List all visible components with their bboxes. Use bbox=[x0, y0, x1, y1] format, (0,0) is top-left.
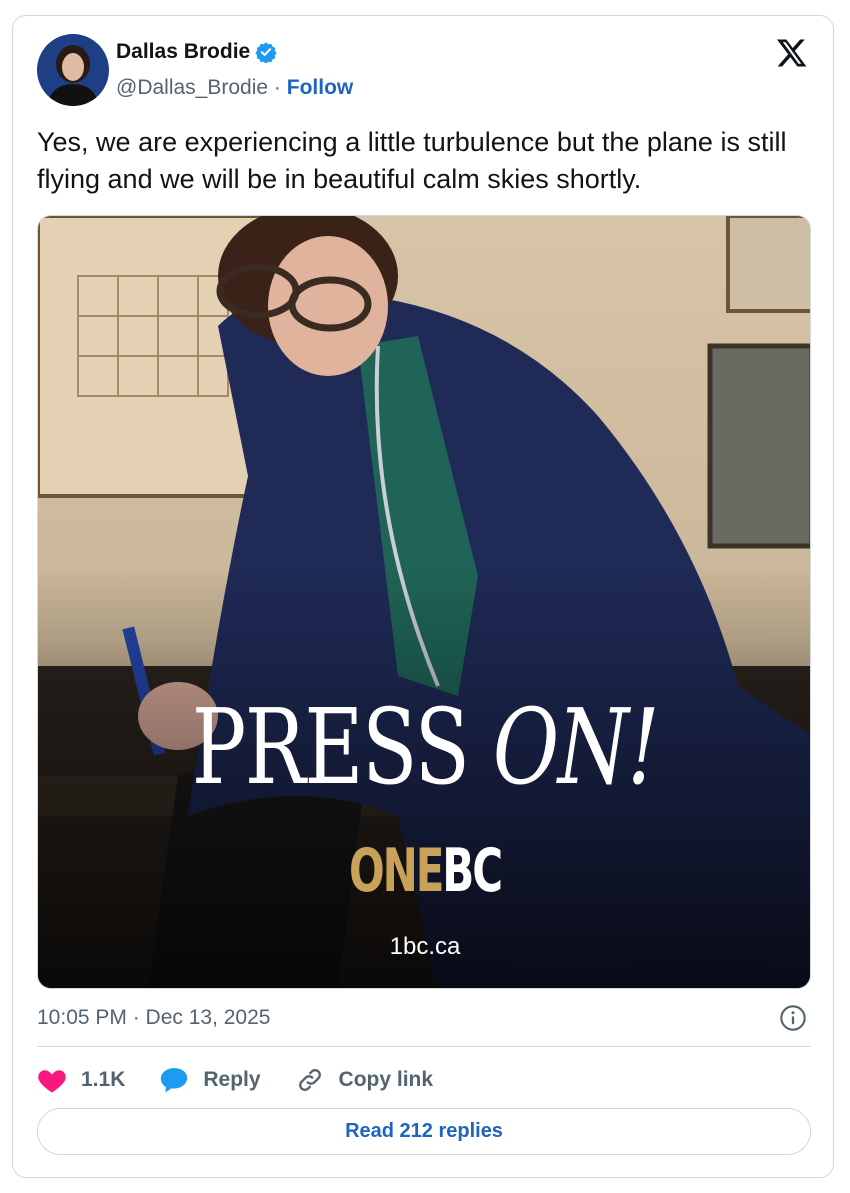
onebc-logo: ONEBC bbox=[154, 836, 696, 906]
media-website: 1bc.ca bbox=[389, 933, 461, 960]
author-name[interactable]: Dallas Brodie bbox=[116, 40, 250, 64]
avatar[interactable] bbox=[37, 34, 109, 106]
copy-link-label: Copy link bbox=[338, 1068, 434, 1091]
headline-main: PRESS bbox=[191, 686, 493, 808]
info-icon[interactable] bbox=[779, 1004, 807, 1032]
tweet-actions: 1.1K Reply Copy link bbox=[37, 1064, 467, 1096]
brand-part1: ONE bbox=[349, 836, 444, 906]
headline-emphasis: ON! bbox=[492, 686, 660, 808]
reply-label: Reply bbox=[203, 1068, 261, 1091]
copy-link-button[interactable]: Copy link bbox=[295, 1066, 434, 1094]
heart-icon bbox=[38, 1070, 66, 1093]
tweet-text: Yes, we are experiencing a little turbul… bbox=[37, 127, 787, 194]
verified-badge-icon bbox=[255, 42, 277, 63]
follow-button[interactable]: Follow bbox=[287, 76, 354, 99]
press-on-headline: PRESS ON! bbox=[123, 686, 727, 808]
reply-button[interactable]: Reply bbox=[159, 1066, 261, 1094]
brand-part2: BC bbox=[442, 836, 503, 906]
author-name-row: Dallas Brodie bbox=[116, 40, 277, 64]
tweet-media-image[interactable]: PRESS ON! ONEBC 1bc.ca bbox=[37, 215, 811, 989]
link-icon bbox=[298, 1069, 321, 1091]
handle-separator: · bbox=[273, 76, 281, 99]
reply-bubble-icon bbox=[161, 1068, 188, 1093]
author-handle-row: @Dallas_Brodie · Follow bbox=[116, 76, 353, 100]
x-logo-icon[interactable] bbox=[775, 36, 809, 70]
tweet-card: Dallas Brodie @Dallas_Brodie · Follow Ye… bbox=[12, 15, 834, 1178]
like-button[interactable]: 1.1K bbox=[37, 1066, 125, 1094]
like-count: 1.1K bbox=[81, 1068, 126, 1091]
read-replies-button[interactable]: Read 212 replies bbox=[37, 1108, 811, 1155]
divider bbox=[37, 1046, 811, 1047]
author-handle[interactable]: @Dallas_Brodie bbox=[116, 76, 268, 99]
tweet-timestamp[interactable]: 10:05 PM · Dec 13, 2025 bbox=[37, 1006, 270, 1030]
